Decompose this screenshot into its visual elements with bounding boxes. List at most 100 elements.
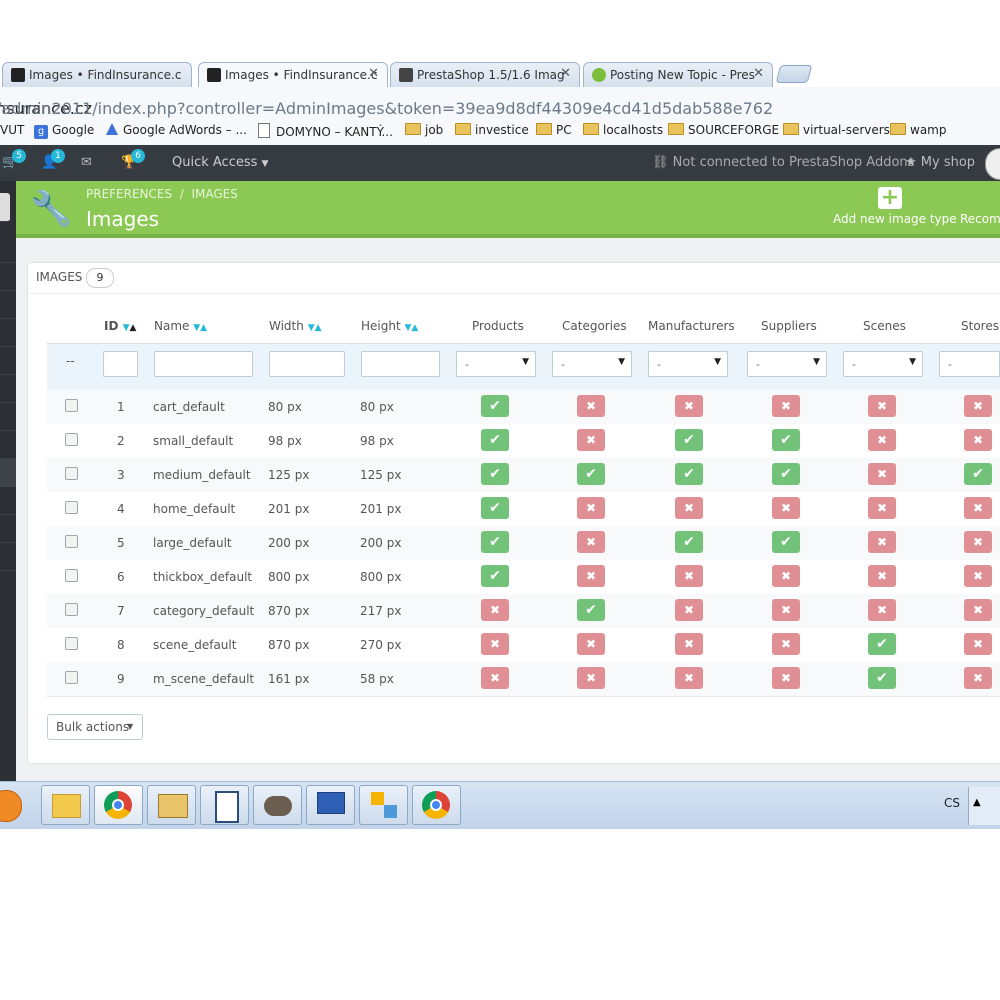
cross-icon-manufacturers[interactable]: ✖ (675, 633, 703, 655)
bookmark-wamp[interactable]: wamp (890, 123, 946, 137)
row-checkbox[interactable] (65, 569, 78, 582)
bookmark-pc[interactable]: PC (536, 123, 572, 137)
filter-height-input[interactable] (361, 351, 440, 377)
filter-id-input[interactable] (103, 351, 138, 377)
messages-icon[interactable]: ✉ (81, 155, 97, 170)
cross-icon-suppliers[interactable]: ✖ (772, 633, 800, 655)
table-row[interactable]: 7 category_default 870 px 217 px ✖ ✔ ✖ ✖ ✖ ✖ (47, 594, 1000, 629)
filter-manufacturers-select[interactable]: - ▼ (648, 351, 728, 377)
filter-products-select[interactable]: - ▼ (456, 351, 536, 377)
sort-asc-icon[interactable]: ▲ (200, 323, 207, 333)
check-icon-manufacturers[interactable]: ✔ (675, 531, 703, 553)
check-icon-products[interactable]: ✔ (481, 429, 509, 451)
filter-stores-select[interactable]: - (939, 351, 1000, 377)
sidebar-item[interactable] (0, 487, 16, 515)
addons-status[interactable]: ⛓ Not connected to PrestaShop Addons (652, 155, 914, 170)
check-icon-stores[interactable]: ✔ (964, 463, 992, 485)
file-explorer-taskbar-button[interactable] (41, 785, 90, 825)
sidebar-item[interactable] (0, 431, 16, 459)
browser-tab-active[interactable]: Images • FindInsurance.c ✕ (198, 62, 388, 88)
cross-icon-scenes[interactable]: ✖ (868, 395, 896, 417)
table-row[interactable]: 6 thickbox_default 800 px 800 px ✔ ✖ ✖ ✖ ✖ ✖ (47, 560, 1000, 595)
check-icon-suppliers[interactable]: ✔ (772, 531, 800, 553)
cross-icon-categories[interactable]: ✖ (577, 633, 605, 655)
bookmark-investice[interactable]: investice (455, 123, 529, 137)
cross-icon-stores[interactable]: ✖ (964, 599, 992, 621)
cross-icon-scenes[interactable]: ✖ (868, 463, 896, 485)
close-tab-icon[interactable]: ✕ (368, 66, 379, 81)
cross-icon-categories[interactable]: ✖ (577, 497, 605, 519)
cross-icon-stores[interactable]: ✖ (964, 633, 992, 655)
table-row[interactable]: 2 small_default 98 px 98 px ✔ ✖ ✔ ✔ ✖ ✖ (47, 424, 1000, 459)
filter-scenes-select[interactable]: - ▼ (843, 351, 923, 377)
cross-icon-categories[interactable]: ✖ (577, 531, 605, 553)
language-indicator[interactable]: CS (944, 796, 960, 810)
sidebar-toggle[interactable] (0, 193, 10, 222)
sidebar-item[interactable] (0, 235, 16, 263)
bookmark-sourceforge[interactable]: SOURCEFORGE (668, 123, 779, 137)
avatar[interactable] (985, 148, 1000, 180)
cross-icon-suppliers[interactable]: ✖ (772, 565, 800, 587)
cross-icon-products[interactable]: ✖ (481, 599, 509, 621)
cross-icon-stores[interactable]: ✖ (964, 667, 992, 689)
cross-icon-scenes[interactable]: ✖ (868, 429, 896, 451)
chrome-taskbar-button[interactable] (94, 785, 143, 825)
table-row[interactable]: 9 m_scene_default 161 px 58 px ✖ ✖ ✖ ✖ ✔ ✖ (47, 662, 1000, 697)
cross-icon-scenes[interactable]: ✖ (868, 497, 896, 519)
cross-icon-manufacturers[interactable]: ✖ (675, 565, 703, 587)
table-row[interactable]: 1 cart_default 80 px 80 px ✔ ✖ ✖ ✖ ✖ ✖ (47, 390, 1000, 425)
check-icon-manufacturers[interactable]: ✔ (675, 463, 703, 485)
breadcrumb-images[interactable]: IMAGES (191, 187, 237, 201)
cross-icon-suppliers[interactable]: ✖ (772, 395, 800, 417)
sidebar-item[interactable] (0, 263, 16, 291)
check-icon-scenes[interactable]: ✔ (868, 633, 896, 655)
cross-icon-categories[interactable]: ✖ (577, 667, 605, 689)
column-header-width[interactable]: Width ▼▲ (269, 319, 322, 333)
customers-icon[interactable]: 👤 1 (41, 149, 65, 170)
quick-access-menu[interactable]: Quick Access ▼ (172, 155, 268, 170)
row-checkbox[interactable] (65, 535, 78, 548)
table-row[interactable]: 5 large_default 200 px 200 px ✔ ✖ ✔ ✔ ✖ ✖ (47, 526, 1000, 561)
row-checkbox[interactable] (65, 603, 78, 616)
column-header-height[interactable]: Height ▼▲ (361, 319, 418, 333)
sort-desc-icon[interactable]: ▼ (308, 323, 315, 333)
sort-asc-icon[interactable]: ▲ (130, 323, 137, 333)
sidebar-item[interactable] (0, 347, 16, 375)
plus-icon[interactable]: + (878, 187, 902, 209)
cross-icon-suppliers[interactable]: ✖ (772, 497, 800, 519)
sidebar-item[interactable] (0, 515, 16, 543)
bookmark-virtual-servers[interactable]: virtual-servers (783, 123, 890, 137)
image-viewer-taskbar-button[interactable] (147, 785, 196, 825)
bookmark-localhosts[interactable]: localhosts (583, 123, 663, 137)
cross-icon-scenes[interactable]: ✖ (868, 599, 896, 621)
add-new-image-type-button[interactable]: Add new image type (833, 212, 957, 226)
recommended-modules-button[interactable]: Recom (960, 212, 1000, 226)
remote-desktop-taskbar-button[interactable] (306, 785, 355, 825)
browser-tab[interactable]: PrestaShop 1.5/1.6 Imag ✕ (390, 62, 580, 87)
cross-icon-scenes[interactable]: ✖ (868, 565, 896, 587)
bookmark-google-adwords[interactable]: Google AdWords – ... (106, 123, 247, 137)
cross-icon-categories[interactable]: ✖ (577, 565, 605, 587)
check-icon-suppliers[interactable]: ✔ (772, 463, 800, 485)
check-icon-products[interactable]: ✔ (481, 463, 509, 485)
row-checkbox[interactable] (65, 671, 78, 684)
sort-asc-icon[interactable]: ▲ (411, 323, 418, 333)
filter-suppliers-select[interactable]: - ▼ (747, 351, 827, 377)
check-icon-products[interactable]: ✔ (481, 531, 509, 553)
cross-icon-categories[interactable]: ✖ (577, 395, 605, 417)
sidebar-item[interactable] (0, 375, 16, 403)
bookmark-job[interactable]: job (405, 123, 443, 137)
breadcrumb-preferences[interactable]: PREFERENCES (86, 187, 172, 201)
cross-icon-stores[interactable]: ✖ (964, 429, 992, 451)
cross-icon-stores[interactable]: ✖ (964, 565, 992, 587)
address-bar[interactable]: nsurance.cz/admin2011/index.php?controll… (0, 87, 1000, 120)
bookmark-vut[interactable]: VUT (0, 123, 24, 137)
table-row[interactable]: 4 home_default 201 px 201 px ✔ ✖ ✖ ✖ ✖ ✖ (47, 492, 1000, 527)
row-checkbox[interactable] (65, 637, 78, 650)
cart-icon[interactable]: 🛒 5 (2, 149, 26, 170)
cross-icon-stores[interactable]: ✖ (964, 497, 992, 519)
cross-icon-categories[interactable]: ✖ (577, 429, 605, 451)
archive-taskbar-button[interactable] (200, 785, 249, 825)
close-tab-icon[interactable]: ✕ (753, 66, 764, 81)
cross-icon-manufacturers[interactable]: ✖ (675, 667, 703, 689)
